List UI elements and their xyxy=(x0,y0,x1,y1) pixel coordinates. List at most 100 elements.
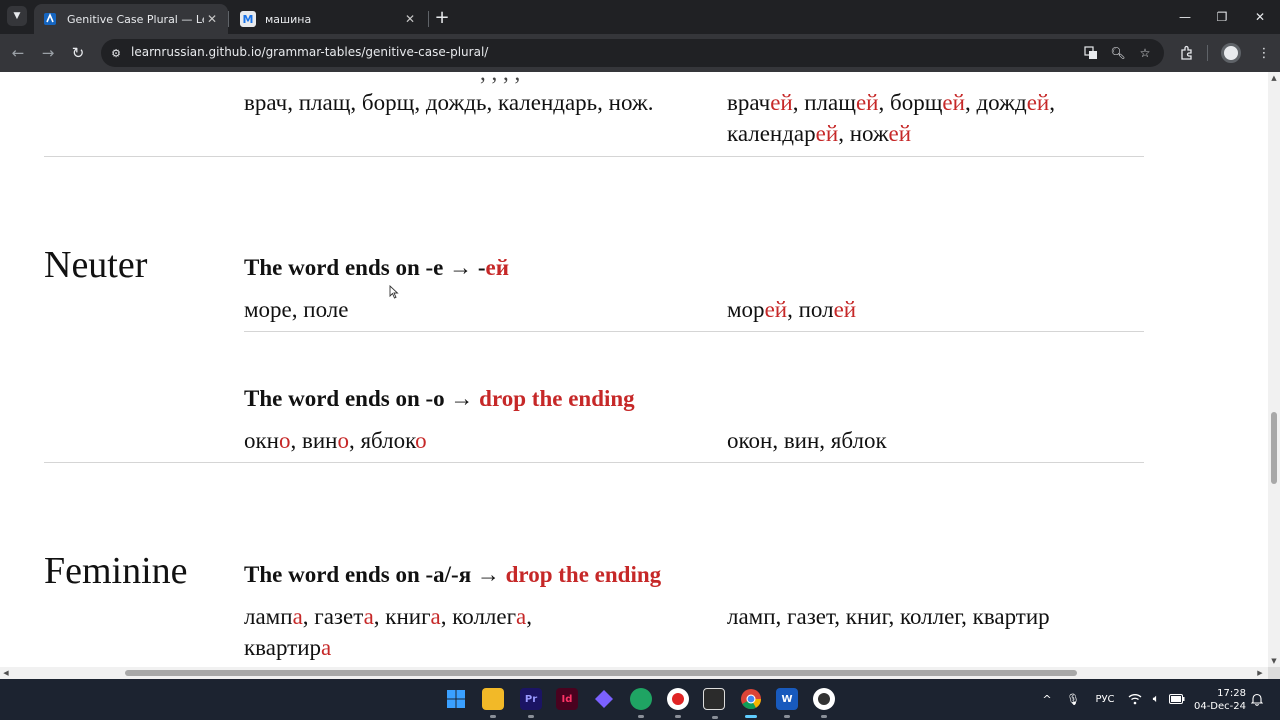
video-editor-icon[interactable] xyxy=(703,688,725,719)
restore-button[interactable]: ❐ xyxy=(1209,6,1235,28)
chevron-down-icon: ▼ xyxy=(13,11,21,21)
premiere-pro-icon[interactable]: Pr xyxy=(520,688,542,718)
highlighted-ending: ей xyxy=(855,90,879,115)
highlighted-ending: о xyxy=(278,428,291,453)
site-info-icon[interactable]: ⚙ xyxy=(108,45,124,61)
notification-bell-icon[interactable] xyxy=(1250,691,1264,707)
text-segment: , газет xyxy=(302,604,364,629)
arrow-right-icon: → xyxy=(41,44,55,62)
highlighted-ending: а xyxy=(292,604,303,629)
app-diamond-icon[interactable] xyxy=(593,688,615,710)
m-favicon-icon: M xyxy=(240,11,256,27)
page-viewport: , , , , врач, плащ, борщ, дождь, календа… xyxy=(0,72,1268,667)
reload-button[interactable]: ↻ xyxy=(67,42,89,64)
chevron-up-icon[interactable]: ^ xyxy=(1040,691,1054,707)
text-segment: , плащ xyxy=(792,90,856,115)
horizontal-scroll-thumb[interactable] xyxy=(125,670,1077,676)
highlighted-ending: ей xyxy=(888,121,912,146)
highlighted-ending: ей xyxy=(770,90,793,115)
file-explorer-icon[interactable] xyxy=(482,688,504,718)
url-text[interactable]: learnrussian.github.io/grammar-tables/ge… xyxy=(131,45,488,59)
highlighted-ending: drop the ending xyxy=(505,562,662,587)
evernote-icon[interactable] xyxy=(630,688,652,718)
example-nominative-masculine-soft: врач, плащ, борщ, дождь, календарь, нож. xyxy=(244,87,684,118)
extensions-puzzle-icon[interactable] xyxy=(1177,43,1197,63)
rule-divider xyxy=(244,331,1144,332)
scroll-left-icon[interactable]: ◀ xyxy=(0,667,12,679)
close-tab-icon[interactable]: ✕ xyxy=(402,11,418,27)
example-nominative-neuter-e: море, поле xyxy=(244,294,684,325)
horizontal-scrollbar[interactable]: ◀ ▶ xyxy=(0,667,1268,679)
text-segment: , книг xyxy=(373,604,431,629)
kebab-menu-icon[interactable]: ⋮ xyxy=(1254,43,1274,63)
scroll-down-icon[interactable]: ▼ xyxy=(1268,655,1280,667)
rule-heading-neuter-e: The word ends on -е → -ей xyxy=(244,255,509,281)
bookmark-star-icon[interactable]: ☆ xyxy=(1136,44,1154,62)
forward-button[interactable]: → xyxy=(37,42,59,64)
speaker-icon[interactable]: 🔈︎ xyxy=(1149,691,1163,707)
profile-avatar-icon[interactable] xyxy=(1221,43,1241,63)
tab-genitive-case-plural[interactable]: Genitive Case Plural — LearnRu ✕ xyxy=(34,4,228,34)
example-genitive-plural-feminine-a: ламп, газет, книг, коллег, квартир xyxy=(727,601,1127,632)
text-segment: ламп, газет, книг, коллег, квартир xyxy=(727,604,1050,629)
tab-separator xyxy=(228,11,229,27)
new-tab-button[interactable]: + xyxy=(432,6,452,28)
vertical-scroll-thumb[interactable] xyxy=(1271,412,1277,484)
mouse-cursor-icon xyxy=(389,285,399,299)
record-dot-icon xyxy=(672,693,684,705)
system-clock[interactable]: 17:28 04-Dec-24 xyxy=(1192,687,1246,713)
clock-time: 17:28 xyxy=(1217,688,1246,699)
close-tab-icon[interactable]: ✕ xyxy=(204,11,220,27)
obs-inner-icon xyxy=(818,693,830,705)
word-icon[interactable]: W xyxy=(776,688,798,718)
running-indicator xyxy=(638,715,644,718)
scroll-right-icon[interactable]: ▶ xyxy=(1254,667,1266,679)
rule-heading-feminine-a: The word ends on -а/-я → drop the ending xyxy=(244,562,661,588)
translate-icon[interactable] xyxy=(1082,44,1100,62)
example-nominative-neuter-o: окно, вино, яблоко xyxy=(244,425,684,456)
wifi-icon[interactable] xyxy=(1128,691,1142,707)
screen-recorder-icon[interactable] xyxy=(667,688,689,718)
chrome-icon[interactable] xyxy=(740,688,762,718)
reload-icon: ↻ xyxy=(71,44,85,62)
text-segment: окон, вин, яблок xyxy=(727,428,887,453)
highlighted-ending: о xyxy=(337,428,349,453)
close-icon: ✕ xyxy=(1254,10,1266,24)
start-button[interactable] xyxy=(445,688,467,710)
microphone-icon[interactable]: 🎙︎ xyxy=(1066,691,1080,707)
running-indicator xyxy=(675,715,681,718)
clock-date: 04-Dec-24 xyxy=(1193,701,1246,712)
running-indicator xyxy=(784,715,790,718)
tab-search-button[interactable]: ▼ xyxy=(7,6,27,26)
section-divider xyxy=(44,156,1144,157)
text-segment: , дожд xyxy=(964,90,1027,115)
section-divider xyxy=(44,462,1144,463)
gender-heading-neuter: Neuter xyxy=(44,244,148,286)
battery-icon[interactable] xyxy=(1169,691,1185,707)
restore-icon: ❐ xyxy=(1216,10,1228,24)
running-indicator xyxy=(528,715,534,718)
browser-tab-bar: ▼ Genitive Case Plural — LearnRu ✕ M маш… xyxy=(0,0,1280,34)
highlighted-ending: ей xyxy=(815,121,839,146)
input-language-indicator[interactable]: РУС xyxy=(1093,691,1117,707)
indesign-icon[interactable]: Id xyxy=(556,688,578,710)
vertical-scrollbar[interactable]: ▲ ▼ xyxy=(1268,72,1280,667)
windows-logo-icon xyxy=(447,690,465,708)
gender-heading-feminine: Feminine xyxy=(44,550,188,592)
text-segment: , коллег xyxy=(440,604,517,629)
back-button[interactable]: ← xyxy=(7,42,29,64)
highlighted-ending: drop the ending xyxy=(479,386,635,411)
text-segment: , борщ xyxy=(878,90,943,115)
tab-mashina[interactable]: M машина ✕ xyxy=(232,4,426,34)
address-bar[interactable]: ⚙ learnrussian.github.io/grammar-tables/… xyxy=(101,39,1164,67)
zoom-icon[interactable]: 🔍︎ xyxy=(1109,44,1127,62)
scroll-up-icon[interactable]: ▲ xyxy=(1268,72,1280,84)
close-window-button[interactable]: ✕ xyxy=(1247,6,1273,28)
minimize-button[interactable]: — xyxy=(1172,6,1198,28)
tab-title: Genitive Case Plural — LearnRu xyxy=(67,12,204,26)
plus-icon: + xyxy=(434,6,450,28)
highlighted-ending: а xyxy=(430,604,441,629)
obs-icon[interactable] xyxy=(813,688,835,718)
text-segment: , пол xyxy=(787,297,834,322)
text-segment: , вин xyxy=(290,428,338,453)
